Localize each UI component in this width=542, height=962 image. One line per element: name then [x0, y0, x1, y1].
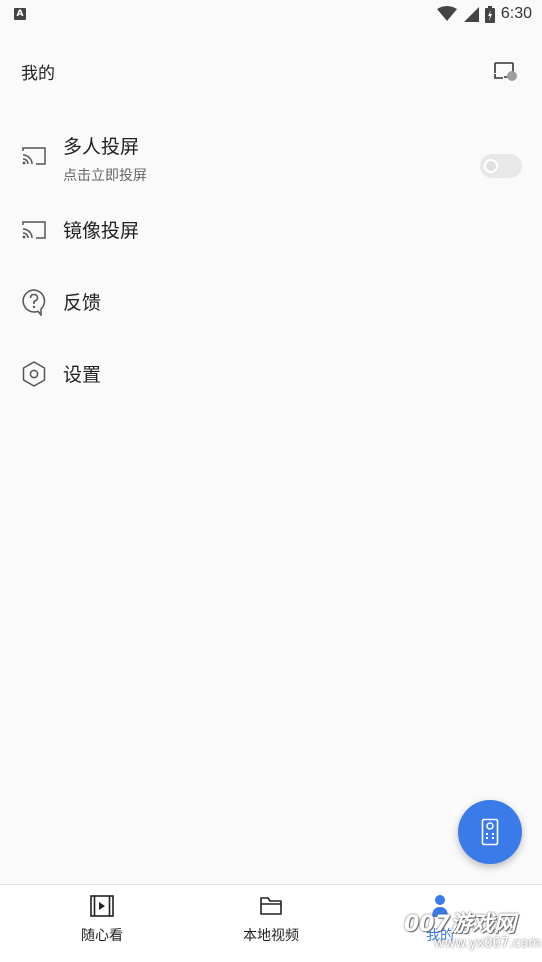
video-play-icon	[90, 895, 114, 917]
nav-label: 我的	[426, 928, 454, 944]
remote-control-button[interactable]	[458, 800, 522, 864]
help-bubble-icon	[22, 289, 46, 316]
menu-item-multi-cast[interactable]: 多人投屏 点击立即投屏	[0, 128, 542, 186]
menu-label: 设置	[63, 364, 102, 386]
nav-item-local-video[interactable]: 本地视频	[211, 893, 331, 953]
signal-icon	[463, 7, 479, 22]
menu-item-mirror-cast[interactable]: 镜像投屏	[0, 212, 542, 248]
nav-item-mine[interactable]: 我的	[380, 893, 500, 953]
page-header: 我的	[0, 50, 542, 92]
nav-label: 本地视频	[243, 928, 299, 944]
person-icon	[432, 895, 448, 917]
nav-label: 随心看	[81, 928, 123, 944]
page-title: 我的	[21, 63, 55, 84]
status-app-badge-icon: A	[14, 8, 26, 20]
nav-icon-wrapper	[258, 893, 284, 919]
status-right-group: 6:30	[436, 5, 532, 23]
hexagon-settings-icon	[22, 361, 46, 387]
cast-icon	[22, 147, 46, 165]
bottom-nav: 随心看 本地视频 我的	[0, 884, 542, 962]
nav-item-suixinkan[interactable]: 随心看	[42, 893, 162, 953]
nav-icon-wrapper	[427, 893, 453, 919]
status-bar: A 6:30	[0, 0, 542, 28]
menu-label: 反馈	[63, 292, 102, 314]
menu-text: 设置	[63, 360, 101, 387]
menu-icon-wrapper	[20, 360, 48, 388]
cast-icon	[22, 221, 46, 239]
menu-icon-wrapper	[20, 288, 48, 316]
menu-text: 镜像投屏	[63, 216, 139, 243]
menu-icon-wrapper	[20, 142, 48, 170]
menu-sublabel: 点击立即投屏	[63, 168, 147, 184]
toggle-knob	[484, 159, 498, 173]
menu-label: 镜像投屏	[63, 220, 140, 242]
cast-device-icon	[494, 62, 517, 81]
menu-label: 多人投屏	[63, 136, 140, 158]
battery-icon	[484, 5, 495, 23]
menu-text: 反馈	[63, 288, 101, 315]
wifi-icon	[436, 6, 457, 21]
menu-item-feedback[interactable]: 反馈	[0, 284, 542, 320]
multi-cast-toggle[interactable]	[480, 154, 522, 178]
menu-icon-wrapper	[20, 216, 48, 244]
remote-control-icon	[481, 818, 499, 846]
nav-icon-wrapper	[89, 893, 115, 919]
folder-icon	[260, 897, 282, 915]
menu-item-settings[interactable]: 设置	[0, 356, 542, 392]
status-time: 6:30	[500, 5, 532, 22]
cast-device-button[interactable]	[492, 57, 520, 85]
menu-text: 多人投屏 点击立即投屏	[63, 132, 147, 185]
